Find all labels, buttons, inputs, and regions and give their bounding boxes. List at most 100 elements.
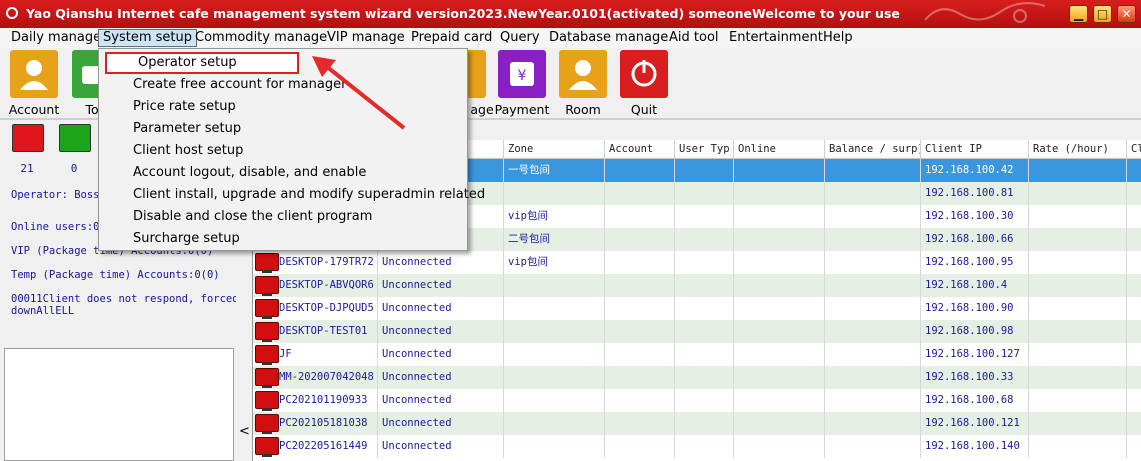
computer-icon (255, 253, 279, 273)
online-count: 0 (70, 162, 78, 175)
table-row[interactable]: DESKTOP-179TR72 Unconnected vip包间 192.168.1… (253, 251, 1141, 274)
cell-empty (1127, 343, 1141, 366)
computer-icon (255, 437, 279, 457)
menu-price-rate-setup[interactable]: Price rate setup (101, 96, 465, 118)
cell-empty (734, 274, 825, 297)
cell-empty (675, 297, 734, 320)
cell-empty (825, 389, 921, 412)
cell-status: Unconnected (378, 320, 504, 343)
col-header-client-ip[interactable]: Client IP (921, 140, 1029, 158)
host-name: PC202101190933 (279, 394, 368, 406)
table-row[interactable]: DESKTOP-DJPQUD5 Unconnected 192.168.100.90 (253, 297, 1141, 320)
menu-account-logout[interactable]: Account logout, disable, and enable (101, 162, 465, 184)
computer-icon (255, 276, 279, 296)
menu-parameter-setup[interactable]: Parameter setup (101, 118, 465, 140)
cell-empty (825, 435, 921, 458)
cell-empty (825, 274, 921, 297)
system-setup-dropdown: Operator setup Create free account for m… (98, 48, 485, 251)
cell-empty (734, 320, 825, 343)
menu-create-free-account[interactable]: Create free account for manager (101, 74, 465, 96)
col-header-rate[interactable]: Rate (/hour) (1029, 140, 1127, 158)
col-header-cl[interactable]: Cl (1127, 140, 1141, 158)
cell-empty (734, 297, 825, 320)
table-row[interactable]: PC202101190933 Unconnected 192.168.100.68 (253, 389, 1141, 412)
menu-daily-manage[interactable]: Daily manage (7, 29, 105, 47)
title-bar: Yao Qianshu Internet cafe management sys… (0, 0, 1141, 28)
cell-zone: vip包间 (504, 205, 605, 228)
menu-disable-client[interactable]: Disable and close the client program (101, 206, 465, 228)
menu-system-setup[interactable]: System setup (98, 29, 197, 47)
col-header-zone[interactable]: Zone (504, 140, 605, 158)
payment-button[interactable]: ¥ Payment (495, 50, 549, 117)
cell-host: DESKTOP-DJPQUD5 (253, 297, 378, 320)
menu-prepaid-card[interactable]: Prepaid card (407, 29, 496, 47)
room-button[interactable]: Room (557, 50, 609, 117)
quit-button[interactable]: Quit (618, 50, 670, 117)
cell-empty (1127, 205, 1141, 228)
cell-status: Unconnected (378, 251, 504, 274)
cell-empty (605, 228, 675, 251)
cell-zone: 一号包间 (504, 159, 605, 182)
payment-icon: ¥ (498, 50, 546, 98)
close-button[interactable]: ✕ (1117, 5, 1136, 23)
col-header-balance[interactable]: Balance / surp] (825, 140, 921, 158)
cell-empty (1127, 228, 1141, 251)
cell-host: DESKTOP-TEST01 (253, 320, 378, 343)
cell-empty (605, 297, 675, 320)
table-row[interactable]: MM-202007042048 Unconnected 192.168.100.33 (253, 366, 1141, 389)
collapse-arrow-icon[interactable]: < (239, 424, 250, 439)
cell-empty (734, 435, 825, 458)
cell-empty (1029, 320, 1127, 343)
menu-query[interactable]: Query (496, 29, 544, 47)
table-row[interactable]: DESKTOP-TEST01 Unconnected 192.168.100.98 (253, 320, 1141, 343)
maximize-button[interactable]: □ (1093, 5, 1112, 23)
cell-zone: 二号包间 (504, 228, 605, 251)
menu-help[interactable]: Help (819, 29, 857, 47)
window-title: Yao Qianshu Internet cafe management sys… (26, 6, 900, 21)
col-header-user-type[interactable]: User Typ (675, 140, 734, 158)
menu-database-manage[interactable]: Database manage (545, 29, 672, 47)
table-row[interactable]: PC202105181038 Unconnected 192.168.100.121 (253, 412, 1141, 435)
cell-empty (825, 228, 921, 251)
cell-empty (1127, 389, 1141, 412)
computer-icon (255, 322, 279, 342)
cell-empty (605, 389, 675, 412)
cell-zone: vip包间 (504, 251, 605, 274)
col-header-online[interactable]: Online (734, 140, 825, 158)
computer-icon (255, 345, 279, 365)
log-area[interactable] (4, 348, 234, 461)
menu-client-install[interactable]: Client install, upgrade and modify super… (101, 184, 485, 206)
host-name: JF (279, 348, 292, 360)
cell-empty (605, 320, 675, 343)
menu-aid-tool[interactable]: Aid tool (665, 29, 723, 47)
menu-commodity-manage[interactable]: Commodity manage (191, 29, 331, 47)
table-row[interactable]: DESKTOP-ABVQOR6 Unconnected 192.168.100.4 (253, 274, 1141, 297)
cell-host: DESKTOP-179TR72 (253, 251, 378, 274)
cell-empty (734, 343, 825, 366)
table-row[interactable]: PC202205161449 Unconnected 192.168.100.140 (253, 435, 1141, 458)
col-header-account[interactable]: Account (605, 140, 675, 158)
computer-icon (255, 368, 279, 388)
cell-host: JF (253, 343, 378, 366)
menu-client-host-setup[interactable]: Client host setup (101, 140, 465, 162)
cell-empty (1029, 274, 1127, 297)
cell-zone (504, 274, 605, 297)
account-button[interactable]: Account (8, 50, 60, 117)
menu-entertainment[interactable]: Entertainment (725, 29, 827, 47)
cell-zone (504, 343, 605, 366)
cell-empty (1127, 297, 1141, 320)
cell-empty (675, 182, 734, 205)
menu-vip-manage[interactable]: VIP manage (323, 29, 409, 47)
host-name: PC202205161449 (279, 440, 368, 452)
minimize-button[interactable]: ▁ (1069, 5, 1088, 23)
cell-empty (825, 182, 921, 205)
table-row[interactable]: JF Unconnected 192.168.100.127 (253, 343, 1141, 366)
cell-client-ip: 192.168.100.42 (921, 159, 1029, 182)
offline-count: 21 (20, 162, 34, 175)
cell-empty (1029, 297, 1127, 320)
cell-empty (605, 159, 675, 182)
cell-empty (734, 205, 825, 228)
menu-operator-setup[interactable]: Operator setup (105, 52, 299, 74)
cell-empty (1127, 435, 1141, 458)
menu-surcharge-setup[interactable]: Surcharge setup (101, 228, 465, 250)
